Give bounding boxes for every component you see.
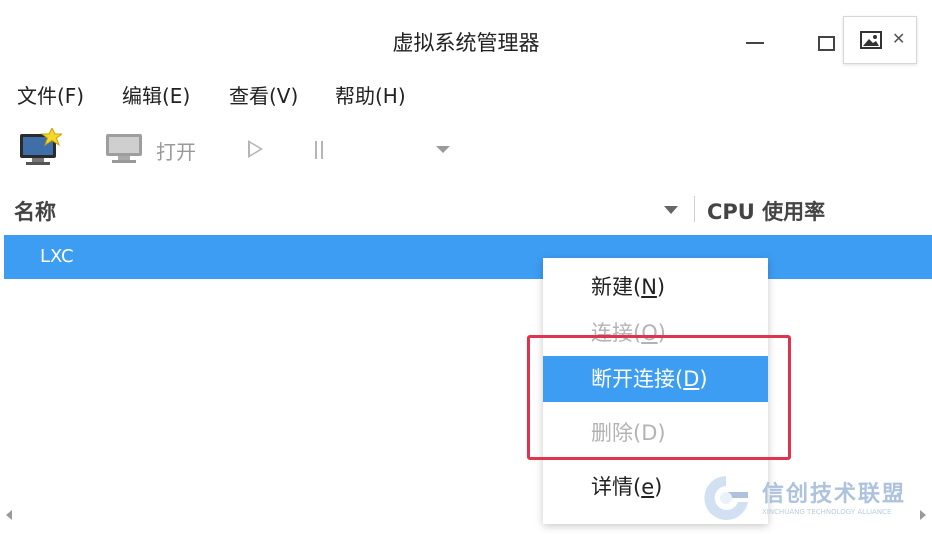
menu-item-suffix: ): [656, 275, 666, 299]
menu-edit[interactable]: 编辑(E): [122, 80, 190, 109]
column-cpu-usage[interactable]: CPU 使用率: [707, 196, 825, 226]
menu-item-label: 详情(: [591, 475, 642, 499]
close-icon[interactable]: ✕: [892, 29, 905, 48]
menu-item-mnemonic: N: [641, 275, 657, 299]
menu-item-mnemonic: e: [641, 475, 655, 499]
image-icon: [860, 31, 882, 49]
maximize-button[interactable]: [812, 28, 840, 56]
scroll-left-arrow-icon[interactable]: [6, 510, 12, 520]
pause-icon[interactable]: [313, 141, 325, 159]
image-close-widget[interactable]: ✕: [843, 16, 917, 64]
table-row[interactable]: LXC: [4, 235, 932, 279]
monitor-icon[interactable]: [104, 132, 144, 166]
annotation-highlight-box: [527, 335, 791, 460]
menu-item-label: 新建(: [591, 275, 642, 299]
new-connection-icon[interactable]: [18, 128, 62, 168]
column-name[interactable]: 名称: [14, 196, 56, 226]
list-header: 名称 CPU 使用率: [0, 190, 932, 230]
menu-view[interactable]: 查看(V): [229, 80, 298, 109]
sort-arrow-icon[interactable]: [664, 206, 678, 214]
menu-item-suffix: ): [654, 475, 663, 499]
column-divider: [694, 196, 695, 222]
connection-name: LXC: [40, 246, 74, 267]
menu-item-new[interactable]: 新建(N): [543, 264, 768, 310]
window-title: 虚拟系统管理器: [392, 31, 540, 55]
watermark-logo-icon: [704, 476, 748, 520]
scroll-right-arrow-icon[interactable]: [920, 510, 926, 520]
dropdown-arrow-icon[interactable]: [436, 146, 450, 153]
watermark-subtitle: XINCHUANG TECHNOLOGY ALLIANCE: [762, 508, 892, 516]
title-bar: 虚拟系统管理器 ✕: [0, 0, 932, 78]
watermark-title: 信创技术联盟: [762, 482, 907, 507]
toolbar: 打开: [0, 124, 932, 174]
menu-help[interactable]: 帮助(H): [335, 80, 406, 109]
watermark: 信创技术联盟 XINCHUANG TECHNOLOGY ALLIANCE: [698, 470, 928, 526]
play-icon[interactable]: [248, 140, 263, 158]
menu-file[interactable]: 文件(F): [17, 80, 84, 109]
open-button-label[interactable]: 打开: [156, 136, 196, 165]
minimize-button[interactable]: [740, 28, 768, 56]
